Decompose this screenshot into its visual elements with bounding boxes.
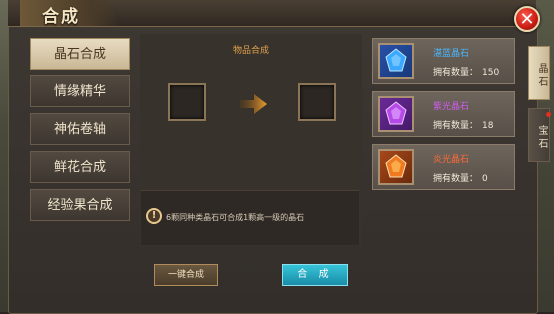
- gem-count: 拥有数量： 18: [433, 121, 494, 131]
- notification-dot: [546, 112, 551, 117]
- purple-gem-icon: [378, 96, 414, 132]
- close-icon: ✕: [519, 9, 535, 30]
- info-text: 6颗同种类晶石可合成1颗高一级的晶石: [166, 213, 305, 222]
- close-button[interactable]: ✕: [514, 6, 540, 32]
- tab-crystal[interactable]: 晶石: [528, 46, 550, 100]
- gem-name: 紫光晶石: [433, 102, 470, 112]
- gem-name: 湛蓝晶石: [433, 49, 470, 59]
- gem-card-purple[interactable]: 紫光晶石 拥有数量： 18: [372, 91, 515, 137]
- gem-card-blue[interactable]: 湛蓝晶石 拥有数量： 150: [372, 38, 515, 84]
- one-click-synthesis-button[interactable]: 一键合成: [154, 264, 218, 286]
- source-item-slot[interactable]: [168, 83, 206, 121]
- gem-name: 炎光晶石: [433, 155, 470, 165]
- nav-item-flower-synthesis[interactable]: 鲜花合成: [30, 151, 130, 183]
- result-item-slot[interactable]: [298, 83, 336, 121]
- nav-item-blessing-scroll[interactable]: 神佑卷轴: [30, 113, 130, 145]
- arrow-right-icon: [240, 94, 267, 114]
- nav-item-love-essence[interactable]: 情缘精华: [30, 75, 130, 107]
- gem-card-orange[interactable]: 炎光晶石 拥有数量： 0: [372, 144, 515, 190]
- orange-gem-icon: [378, 149, 414, 185]
- blue-gem-icon: [378, 43, 414, 79]
- nav-item-crystal-synthesis[interactable]: 晶石合成: [30, 38, 130, 70]
- synthesis-button[interactable]: 合 成: [282, 264, 348, 286]
- window-title: 合成: [42, 7, 80, 27]
- warning-icon: !: [146, 208, 162, 224]
- gem-count: 拥有数量： 150: [433, 68, 500, 78]
- gem-count: 拥有数量： 0: [433, 174, 488, 184]
- synthesis-title: 物品合成: [232, 46, 269, 56]
- nav-item-exp-fruit-synthesis[interactable]: 经验果合成: [30, 189, 130, 221]
